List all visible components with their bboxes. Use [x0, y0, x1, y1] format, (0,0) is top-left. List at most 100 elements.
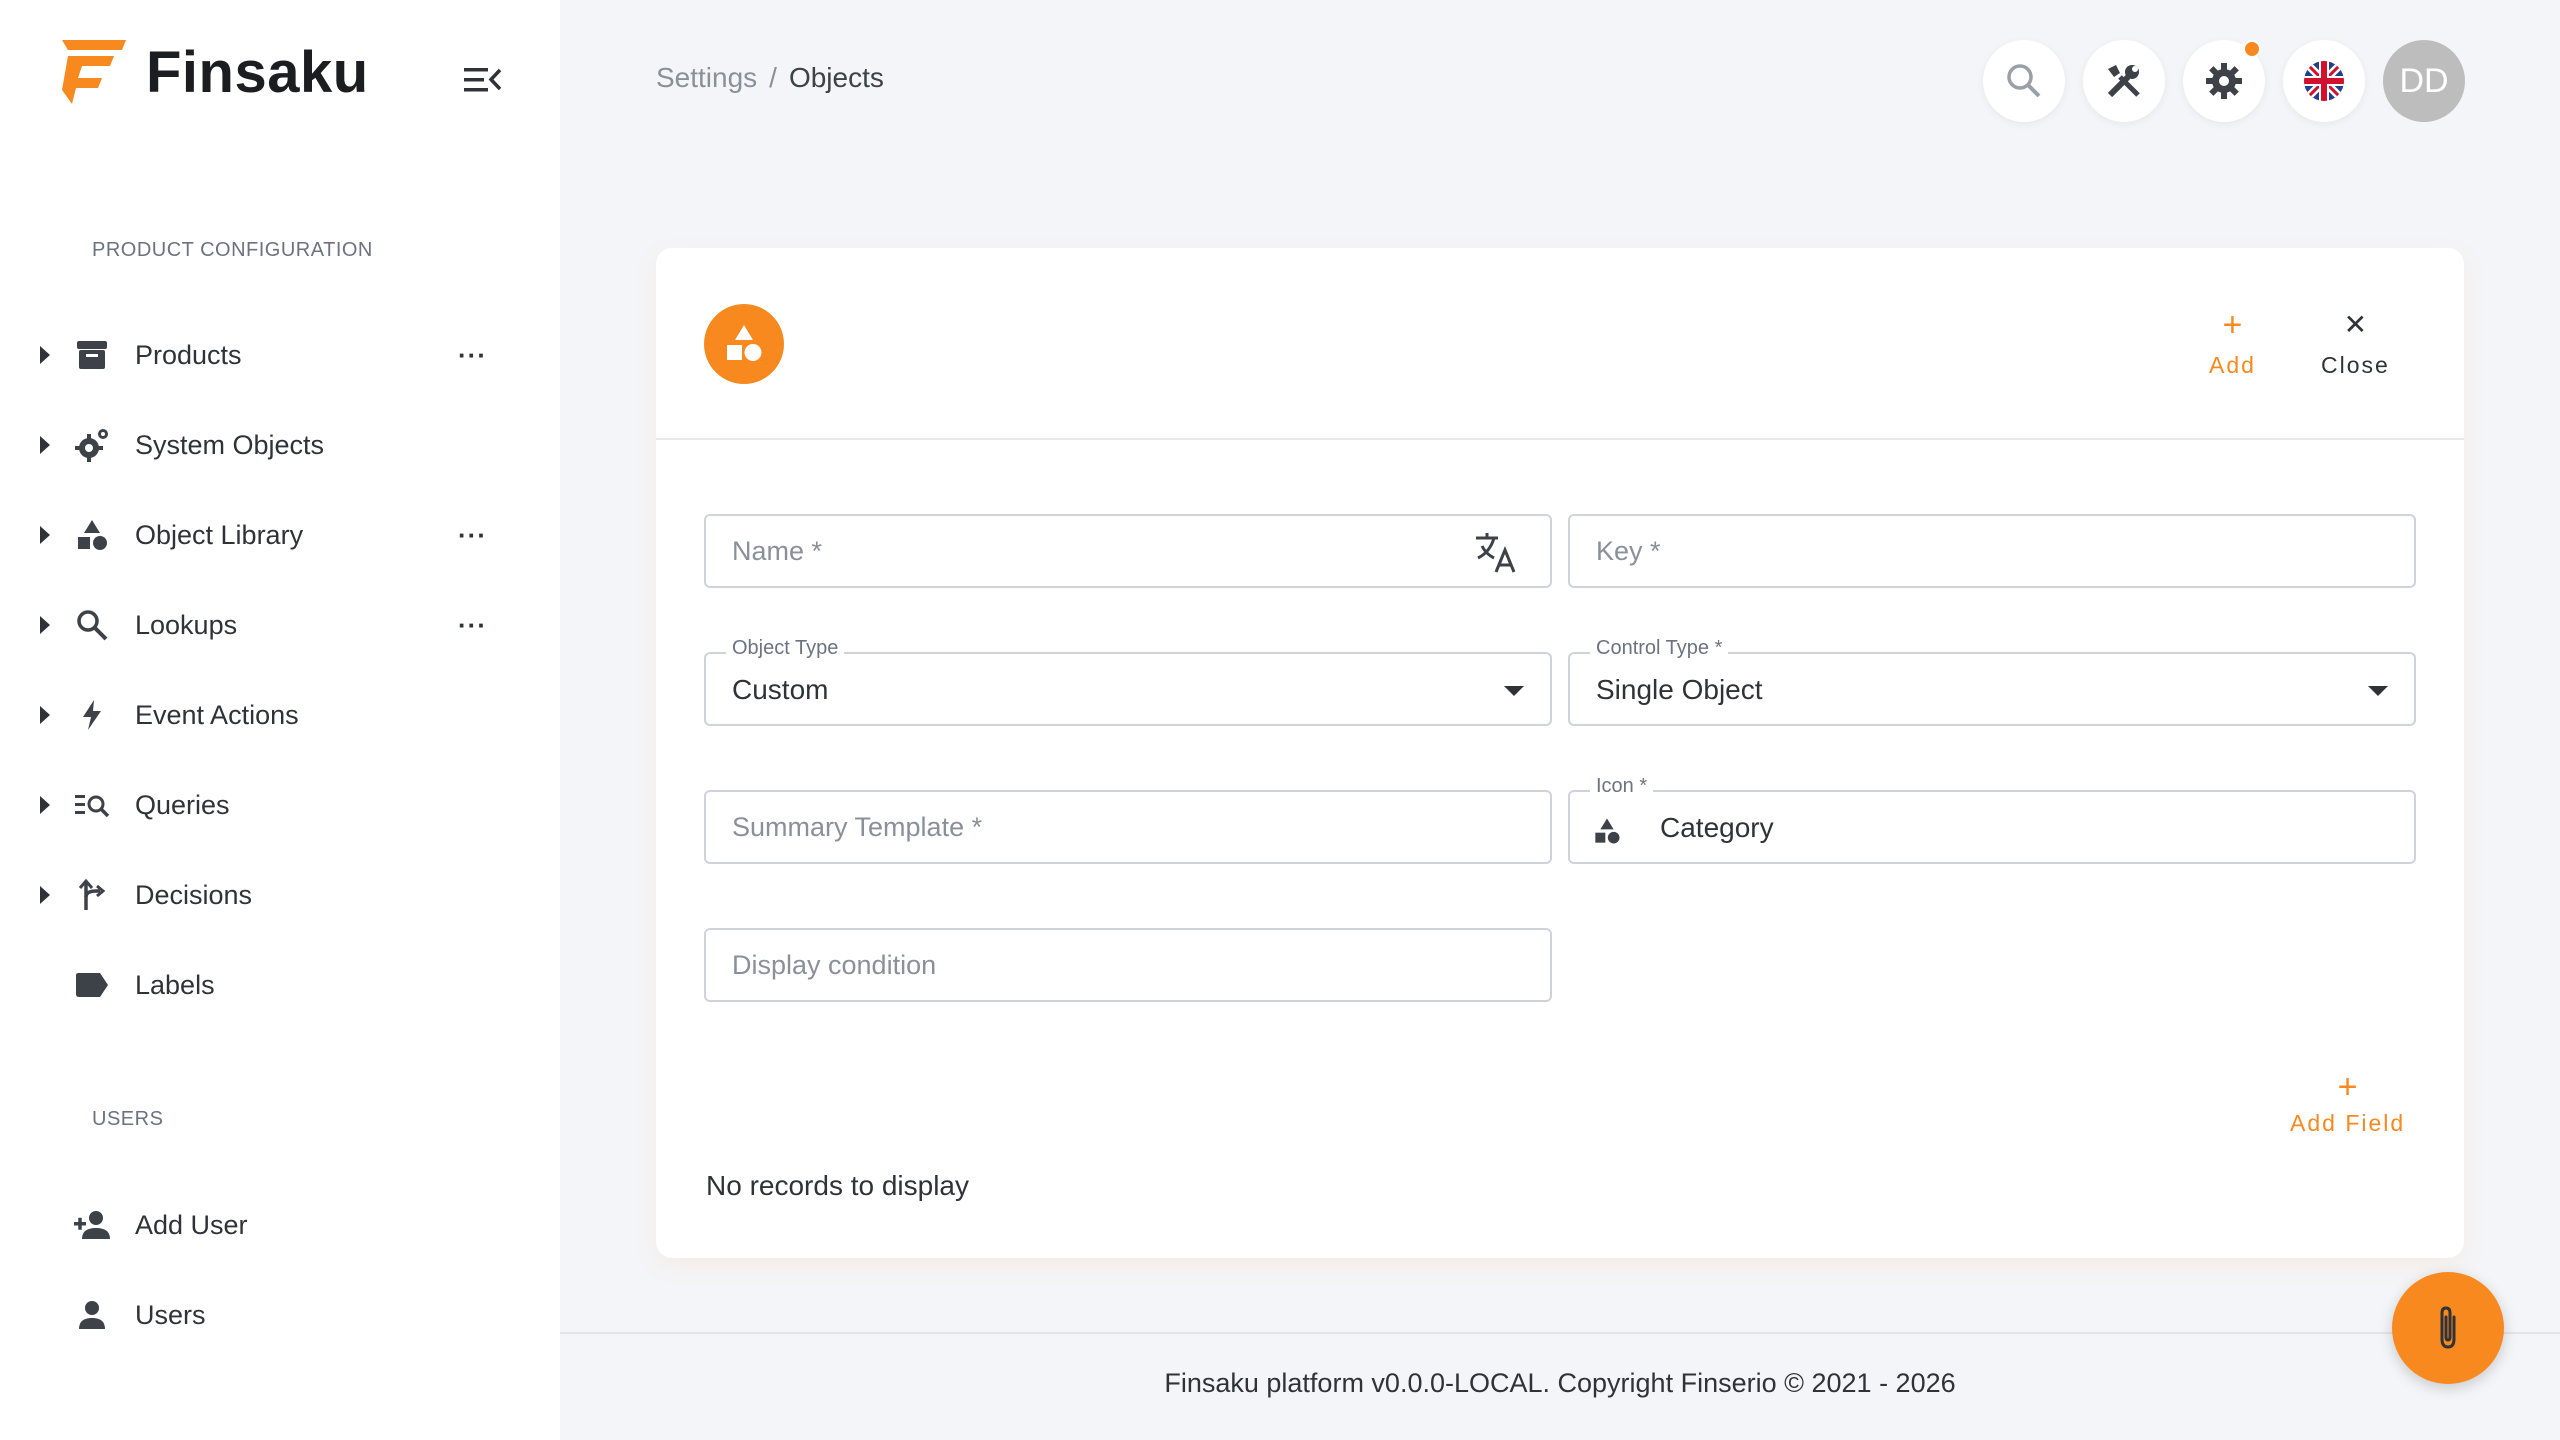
section-title-product-configuration: PRODUCT CONFIGURATION	[92, 239, 373, 261]
sidebar: Finsaku PRODUCT CONFIGURATION Products ·…	[0, 0, 560, 1440]
more-options-icon[interactable]: ···	[458, 610, 487, 641]
expand-caret-icon[interactable]	[40, 436, 50, 454]
query-icon	[72, 785, 112, 825]
summary-template-field[interactable]: Summary Template *	[704, 790, 1552, 864]
breadcrumb: Settings / Objects	[656, 62, 884, 94]
object-type-value: Custom	[732, 674, 829, 705]
archive-icon	[72, 335, 112, 375]
icon-field-value: Category	[1660, 812, 1774, 843]
object-type-label: Object Type	[726, 637, 845, 660]
decision-icon	[72, 875, 112, 915]
name-placeholder: Name *	[732, 536, 823, 566]
person-add-icon	[72, 1205, 112, 1245]
icon-field[interactable]: Icon * Category	[1568, 775, 2416, 864]
breadcrumb-current: Objects	[788, 62, 884, 93]
object-badge	[704, 304, 784, 384]
sidebar-item-labels[interactable]: Labels	[0, 950, 520, 1020]
card-header: + Add ✕ Close	[656, 248, 2464, 440]
breadcrumb-separator: /	[769, 62, 777, 93]
expand-caret-icon[interactable]	[40, 616, 50, 634]
plus-icon: +	[2337, 1068, 2358, 1106]
chevron-down-icon	[1504, 686, 1524, 696]
sidebar-item-label: Add User	[135, 1209, 248, 1240]
sidebar-item-users[interactable]: Users	[0, 1280, 520, 1350]
category-icon	[727, 325, 762, 361]
logo[interactable]: Finsaku	[58, 36, 369, 108]
category-icon	[1592, 816, 1622, 851]
language-button[interactable]	[2283, 40, 2365, 122]
sidebar-item-label: Queries	[135, 789, 230, 820]
avatar[interactable]: DD	[2383, 40, 2465, 122]
close-button-label: Close	[2321, 352, 2390, 378]
attachment-fab[interactable]	[2392, 1272, 2504, 1384]
gear-icon	[2206, 63, 2242, 99]
search-button[interactable]	[1983, 40, 2065, 122]
key-placeholder: Key *	[1596, 536, 1661, 566]
footer-divider	[560, 1332, 2560, 1334]
notification-dot	[2243, 40, 2261, 58]
expand-caret-icon[interactable]	[40, 346, 50, 364]
sidebar-item-products[interactable]: Products ···	[0, 320, 520, 390]
search-icon	[72, 605, 112, 645]
empty-state-text: No records to display	[706, 1170, 970, 1201]
menu-collapse-icon	[464, 68, 502, 92]
icon-field-label: Icon *	[1590, 775, 1654, 798]
section-title-users: USERS	[92, 1108, 164, 1130]
sidebar-item-decisions[interactable]: Decisions	[0, 860, 520, 930]
object-type-select[interactable]: Object Type Custom	[704, 637, 1552, 726]
footer-text: Finsaku platform v0.0.0-LOCAL. Copyright…	[1164, 1368, 1956, 1398]
sidebar-item-label: System Objects	[135, 429, 325, 460]
tools-icon	[2107, 65, 2140, 98]
breadcrumb-settings-link[interactable]: Settings	[656, 62, 757, 93]
collapse-sidebar-button[interactable]	[458, 58, 506, 102]
sidebar-item-label: Labels	[135, 969, 215, 1000]
sidebar-item-label: Products	[135, 339, 242, 370]
tools-button[interactable]	[2083, 40, 2165, 122]
sidebar-item-add-user[interactable]: Add User	[0, 1190, 520, 1260]
finsaku-logo-icon	[62, 40, 126, 104]
app-name: Finsaku	[146, 39, 369, 105]
close-button[interactable]: ✕ Close	[2321, 308, 2390, 379]
control-type-value: Single Object	[1596, 674, 1763, 705]
cogs-icon	[72, 425, 112, 465]
add-button-label: Add	[2209, 352, 2256, 378]
search-icon	[2007, 64, 2041, 98]
plus-icon: +	[2222, 306, 2243, 344]
bolt-icon	[72, 695, 112, 735]
key-field[interactable]: Key *	[1568, 514, 2416, 588]
sidebar-item-event-actions[interactable]: Event Actions	[0, 680, 520, 750]
object-editor-card: + Add ✕ Close Name * Key * Object Type C…	[656, 248, 2464, 1258]
label-icon	[72, 965, 112, 1005]
expand-caret-icon[interactable]	[40, 526, 50, 544]
sidebar-item-label: Event Actions	[135, 699, 299, 730]
display-condition-field[interactable]: Display condition	[704, 928, 1552, 1002]
more-options-icon[interactable]: ···	[458, 520, 487, 551]
control-type-label: Control Type *	[1590, 637, 1729, 660]
sidebar-item-queries[interactable]: Queries	[0, 770, 520, 840]
add-field-label: Add Field	[2290, 1110, 2406, 1136]
translate-icon[interactable]	[1472, 530, 1520, 579]
control-type-select[interactable]: Control Type * Single Object	[1568, 637, 2416, 726]
paperclip-icon	[2440, 1306, 2456, 1349]
display-condition-placeholder: Display condition	[732, 950, 937, 980]
sidebar-item-object-library[interactable]: Object Library ···	[0, 500, 520, 570]
name-field[interactable]: Name *	[704, 514, 1552, 588]
sidebar-item-system-objects[interactable]: System Objects	[0, 410, 520, 480]
settings-button[interactable]	[2183, 40, 2265, 122]
sidebar-item-label: Users	[135, 1299, 206, 1330]
sidebar-item-label: Decisions	[135, 879, 253, 910]
category-icon	[72, 515, 112, 555]
person-icon	[72, 1295, 112, 1335]
add-field-button[interactable]: + Add Field	[2290, 1070, 2405, 1137]
add-button[interactable]: + Add	[2209, 308, 2256, 379]
more-options-icon[interactable]: ···	[458, 340, 487, 371]
sidebar-item-lookups[interactable]: Lookups ···	[0, 590, 520, 660]
expand-caret-icon[interactable]	[40, 706, 50, 724]
sidebar-item-label: Object Library	[135, 519, 304, 550]
sidebar-item-label: Lookups	[135, 609, 238, 640]
chevron-down-icon	[2368, 686, 2388, 696]
summary-template-placeholder: Summary Template *	[732, 812, 983, 842]
expand-caret-icon[interactable]	[40, 796, 50, 814]
close-icon: ✕	[2343, 309, 2368, 340]
expand-caret-icon[interactable]	[40, 886, 50, 904]
